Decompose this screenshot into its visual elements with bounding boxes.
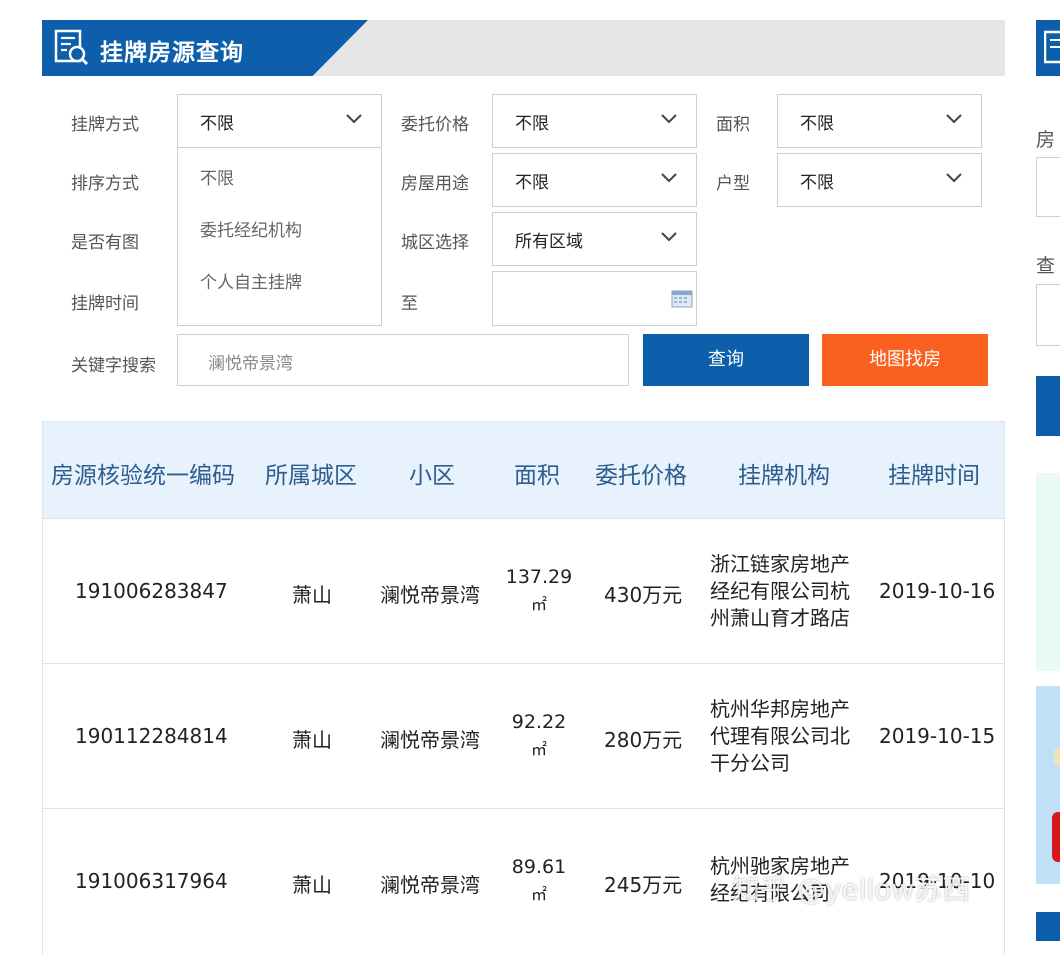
chevron-down-icon xyxy=(661,173,677,183)
sidebar-label: 房 xyxy=(1036,129,1056,151)
column-header-community: 小区 xyxy=(409,463,455,489)
district-select[interactable]: 所有区域 xyxy=(492,212,697,266)
area-label: 面积 xyxy=(716,115,750,135)
cell-date: 2019-10-16 xyxy=(879,579,996,603)
column-header-district: 所属城区 xyxy=(265,463,357,489)
usage-select[interactable]: 不限 xyxy=(492,153,697,207)
district-value: 所有区域 xyxy=(515,232,583,252)
column-header-date: 挂牌时间 xyxy=(888,463,980,489)
sidebar-bottom-button[interactable] xyxy=(1036,912,1060,941)
listing-time-label: 挂牌时间 xyxy=(71,294,139,314)
chevron-down-icon xyxy=(661,114,677,124)
chevron-down-icon xyxy=(661,232,677,242)
cell-price: 430万元 xyxy=(604,583,683,607)
listing-method-value: 不限 xyxy=(200,114,234,134)
keyword-input[interactable]: 澜悦帝景湾 xyxy=(177,334,629,386)
calendar-icon[interactable] xyxy=(671,290,693,308)
usage-label: 房屋用途 xyxy=(401,174,469,194)
cell-code: 191006317964 xyxy=(75,869,228,893)
cell-area-unit: ㎡ xyxy=(530,740,547,759)
sort-method-label: 排序方式 xyxy=(71,174,139,194)
cell-community: 澜悦帝景湾 xyxy=(380,873,480,897)
area-select[interactable]: 不限 xyxy=(777,94,982,148)
column-header-price: 委托价格 xyxy=(595,463,687,489)
table-row[interactable]: 190112284814 萧山 澜悦帝景湾 92.22 ㎡ 280万元 杭州华邦… xyxy=(42,664,1005,809)
dropdown-option[interactable]: 不限 xyxy=(200,164,234,189)
table-header: 房源核验统一编码 所属城区 小区 面积 委托价格 挂牌机构 挂牌时间 xyxy=(42,421,1005,519)
layout-label: 户型 xyxy=(716,174,750,194)
cell-agency: 浙江链家房地产经纪有限公司杭州萧山育才路店 xyxy=(710,552,850,630)
chevron-down-icon xyxy=(946,173,962,183)
sidebar-input[interactable] xyxy=(1036,284,1060,346)
sidebar-banner[interactable] xyxy=(1036,473,1060,671)
ad-graphic xyxy=(1052,812,1060,862)
price-value: 不限 xyxy=(515,114,549,134)
cell-community: 澜悦帝景湾 xyxy=(380,728,480,752)
date-to-label: 至 xyxy=(401,294,418,314)
cell-date: 2019-10-15 xyxy=(879,724,996,748)
district-label: 城区选择 xyxy=(401,233,469,253)
cell-area: 92.22 ㎡ xyxy=(504,709,574,763)
cell-agency: 杭州华邦房地产代理有限公司北干分公司 xyxy=(710,697,850,775)
keyword-input-value: 澜悦帝景湾 xyxy=(208,354,293,374)
cell-area-value: 89.61 xyxy=(511,856,567,878)
cell-code: 191006283847 xyxy=(75,579,228,603)
dropdown-option[interactable]: 委托经纪机构 xyxy=(200,216,302,241)
column-header-agency: 挂牌机构 xyxy=(738,463,830,489)
layout-select[interactable]: 不限 xyxy=(777,153,982,207)
ad-graphic xyxy=(1054,748,1060,766)
dropdown-option[interactable]: 个人自主挂牌 xyxy=(200,268,302,293)
sidebar-label: 查 xyxy=(1036,255,1056,277)
cell-community: 澜悦帝景湾 xyxy=(380,583,480,607)
search-button[interactable]: 查询 xyxy=(643,334,809,386)
document-icon xyxy=(1044,30,1060,64)
sidebar-button[interactable] xyxy=(1036,376,1060,436)
cell-area-value: 92.22 xyxy=(511,711,567,733)
map-search-button[interactable]: 地图找房 xyxy=(822,334,988,386)
sidebar-input[interactable] xyxy=(1036,157,1060,217)
keyword-label: 关键字搜索 xyxy=(71,356,156,376)
cell-area: 137.29 ㎡ xyxy=(504,564,574,618)
cell-district: 萧山 xyxy=(292,583,332,607)
chevron-down-icon xyxy=(346,114,362,124)
listing-method-dropdown: 不限 委托经纪机构 个人自主挂牌 xyxy=(177,148,382,308)
cell-area-value: 137.29 xyxy=(505,566,573,588)
listing-date-to-input[interactable] xyxy=(492,271,697,326)
listing-method-label: 挂牌方式 xyxy=(71,115,139,135)
sidebar-ad-image[interactable] xyxy=(1036,686,1060,884)
sidebar-header xyxy=(1036,20,1060,76)
cell-price: 245万元 xyxy=(604,873,683,897)
listing-date-from-input[interactable] xyxy=(177,307,382,326)
cell-district: 萧山 xyxy=(292,728,332,752)
column-header-code: 房源核验统一编码 xyxy=(51,463,235,489)
cell-code: 190112284814 xyxy=(75,724,228,748)
price-label: 委托价格 xyxy=(401,115,469,135)
column-header-area: 面积 xyxy=(514,463,560,489)
chevron-down-icon xyxy=(946,114,962,124)
has-image-label: 是否有图 xyxy=(71,233,139,253)
listing-method-select[interactable]: 不限 xyxy=(177,94,382,148)
cell-area-unit: ㎡ xyxy=(530,885,547,904)
price-select[interactable]: 不限 xyxy=(492,94,697,148)
document-search-icon xyxy=(54,29,89,66)
table-row[interactable]: 191006283847 萧山 澜悦帝景湾 137.29 ㎡ 430万元 浙江链… xyxy=(42,519,1005,664)
cell-area: 89.61 ㎡ xyxy=(504,854,574,908)
cell-district: 萧山 xyxy=(292,873,332,897)
watermark: 知乎 @yellow苏西 xyxy=(732,873,971,906)
page-title: 挂牌房源查询 xyxy=(100,40,244,66)
area-value: 不限 xyxy=(800,114,834,134)
layout-value: 不限 xyxy=(800,173,834,193)
cell-price: 280万元 xyxy=(604,728,683,752)
usage-value: 不限 xyxy=(515,173,549,193)
cell-area-unit: ㎡ xyxy=(530,595,547,614)
